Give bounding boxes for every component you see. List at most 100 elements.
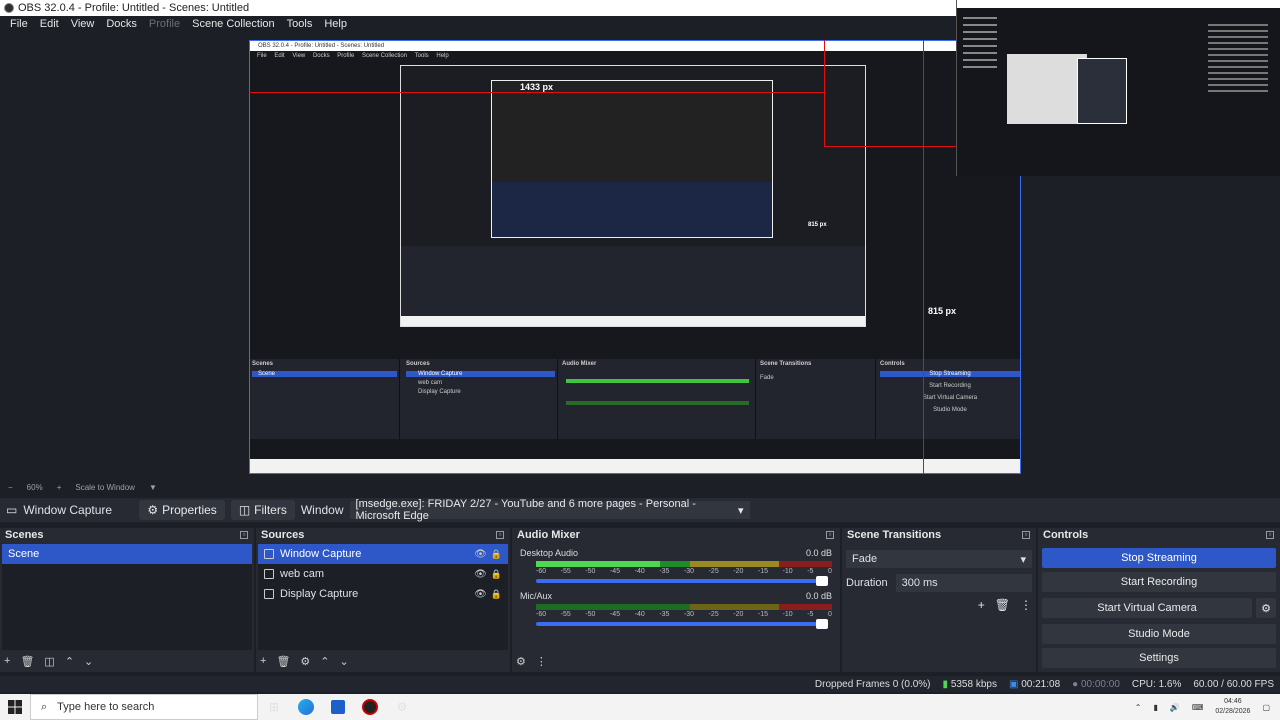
nested-dock-row: Scenes Scene Sources Window Capture web … [250,359,1020,439]
slider-handle[interactable] [816,619,828,629]
start-recording-button[interactable]: Start Recording [1042,572,1276,592]
meter-tick-label: -20 [733,611,744,618]
eye-icon[interactable]: 👁 [474,549,487,560]
start-virtual-camera-button[interactable]: Start Virtual Camera [1042,598,1252,618]
meter-tick-label: -35 [659,568,670,575]
preview-nested-obs-window: OBS 32.0.4 - Profile: Untitled - Scenes:… [249,40,1021,474]
scale-to-window-button[interactable]: Scale to Window [75,483,135,492]
zoom-dropdown-icon[interactable]: ▼ [149,483,157,492]
meter-tick-label: -30 [683,611,695,618]
add-icon[interactable]: + [4,655,10,667]
lock-icon[interactable]: 🔒 [491,549,502,560]
window-select[interactable]: [msedge.exe]: FRIDAY 2/27 - YouTube and … [349,498,750,522]
add-icon[interactable]: + [978,598,985,612]
volume-icon[interactable]: 🔊 [1170,703,1180,712]
nested-menu-scene-collection: Scene Collection [361,53,407,59]
eye-icon[interactable]: 👁 [474,589,487,600]
transition-select[interactable]: Fade ▾ [846,550,1032,568]
sources-title: Sources [261,529,305,541]
arrow-down-icon[interactable]: ⌄ [340,655,349,668]
duration-label: Duration [846,577,888,589]
slider-handle[interactable] [816,576,828,586]
audio-channel-desktop: Desktop Audio 0.0 dB -60 -55 -50 -45 -40 -35 -3… [514,544,838,587]
language-icon[interactable]: ⌨ [1192,703,1204,712]
filters-button[interactable]: ◫ Filters [230,500,295,520]
task-view-icon[interactable]: ⊞ [258,694,290,720]
meter-tick-label: -45 [609,611,621,618]
more-options-icon[interactable]: ⋮ [536,655,547,668]
volume-slider[interactable] [536,576,828,586]
arrow-down-icon[interactable]: ⌄ [84,655,93,668]
menu-edit[interactable]: Edit [34,18,65,30]
taskbar-clock[interactable]: 04:46 02/28/2026 [1215,697,1250,717]
scene-item[interactable]: Scene [2,544,252,564]
virtual-camera-gear-icon[interactable]: ⚙ [1256,598,1276,618]
nested-menu-edit: Edit [274,53,285,59]
measure-line-vertical [923,40,924,474]
store-icon[interactable] [322,694,354,720]
nested-controls: Controls Stop Streaming Start Recording … [878,359,1022,439]
audio-mixer-body: Desktop Audio 0.0 dB -60 -55 -50 -45 -40 -35 -3… [514,544,838,650]
source-item[interactable]: Display Capture 👁 🔒 [258,584,508,604]
settings-button[interactable]: Settings [1042,648,1276,668]
menu-file[interactable]: File [4,18,34,30]
measure-box-left [824,40,825,146]
properties-button[interactable]: ⚙ Properties [139,500,225,520]
audio-mixer-title: Audio Mixer [517,529,580,541]
dock-float-icon[interactable]: ▫ [826,531,834,539]
windows-start-icon[interactable] [0,694,30,720]
zoom-decrease-button[interactable]: − [8,483,13,492]
lock-icon[interactable]: 🔒 [491,589,502,600]
menu-view[interactable]: View [65,18,101,30]
source-item[interactable]: Window Capture 👁 🔒 [258,544,508,564]
chevron-down-icon: ▾ [1020,553,1026,566]
nested-menu-tools: Tools [414,53,429,59]
dock-float-icon[interactable]: ▫ [1266,531,1274,539]
chevron-up-icon[interactable]: ⌃ [1135,703,1142,712]
source-item[interactable]: web cam 👁 🔒 [258,564,508,584]
gear-icon: ⚙ [147,503,159,517]
meter-tick-label: -20 [733,568,744,575]
menu-tools[interactable]: Tools [281,18,319,30]
zoom-row: − 60% + Scale to Window ▼ [0,480,1280,494]
obs-taskbar-icon[interactable] [354,694,386,720]
advanced-audio-icon[interactable]: ⚙ [516,655,526,668]
dock-float-icon[interactable]: ▫ [240,531,248,539]
menu-profile[interactable]: Profile [143,18,186,30]
system-tray: ⌃ ▮ 🔊 ⌨ 04:46 02/28/2026 ▢ [1135,697,1280,717]
audio-channel-mic: Mic/Aux 0.0 dB -60 -55 -50 -45 -40 -35 -30 -25 -2… [514,587,838,630]
dock-float-icon[interactable]: ▫ [496,531,504,539]
filter-icon[interactable]: ◫ [44,655,54,668]
menu-help[interactable]: Help [318,18,353,30]
dock-float-icon[interactable]: ▫ [1022,531,1030,539]
studio-mode-button[interactable]: Studio Mode [1042,624,1276,644]
zoom-increase-button[interactable]: + [57,483,62,492]
arrow-up-icon[interactable]: ⌃ [320,655,329,668]
more-options-icon[interactable]: ⋮ [1020,598,1032,612]
network-icon[interactable]: ▮ [1153,703,1157,712]
gear-icon[interactable]: ⚙ [300,655,310,668]
stop-streaming-button[interactable]: Stop Streaming [1042,548,1276,568]
menu-docks[interactable]: Docks [100,18,143,30]
notification-icon[interactable]: ▢ [1262,703,1270,712]
volume-slider[interactable] [536,619,828,629]
nested-menu: File Edit View Docks Profile Scene Colle… [250,51,1020,61]
channel-db: 0.0 dB [805,591,832,601]
meter-tick-label: -25 [708,611,719,618]
duration-input[interactable]: 300 ms [895,574,1032,592]
meter-tick-label: -5 [807,568,814,575]
trash-icon[interactable]: 🗑 [20,655,34,668]
taskbar-search-input[interactable]: ⌕ Type here to search [30,694,258,720]
settings-icon[interactable]: ⚙ [386,694,418,720]
trash-icon[interactable]: 🗑 [276,655,290,668]
edge-icon[interactable] [290,694,322,720]
menu-scene-collection[interactable]: Scene Collection [186,18,281,30]
add-icon[interactable]: + [260,655,266,667]
lock-icon[interactable]: 🔒 [491,569,502,580]
meter-tick-label: -45 [609,568,621,575]
stream-time: ▣ 00:21:08 [1008,678,1061,690]
eye-icon[interactable]: 👁 [474,569,487,580]
arrow-up-icon[interactable]: ⌃ [65,655,74,668]
sources-list: Window Capture 👁 🔒 web cam 👁 🔒 Display C… [258,544,508,650]
trash-icon[interactable]: 🗑 [995,598,1010,612]
